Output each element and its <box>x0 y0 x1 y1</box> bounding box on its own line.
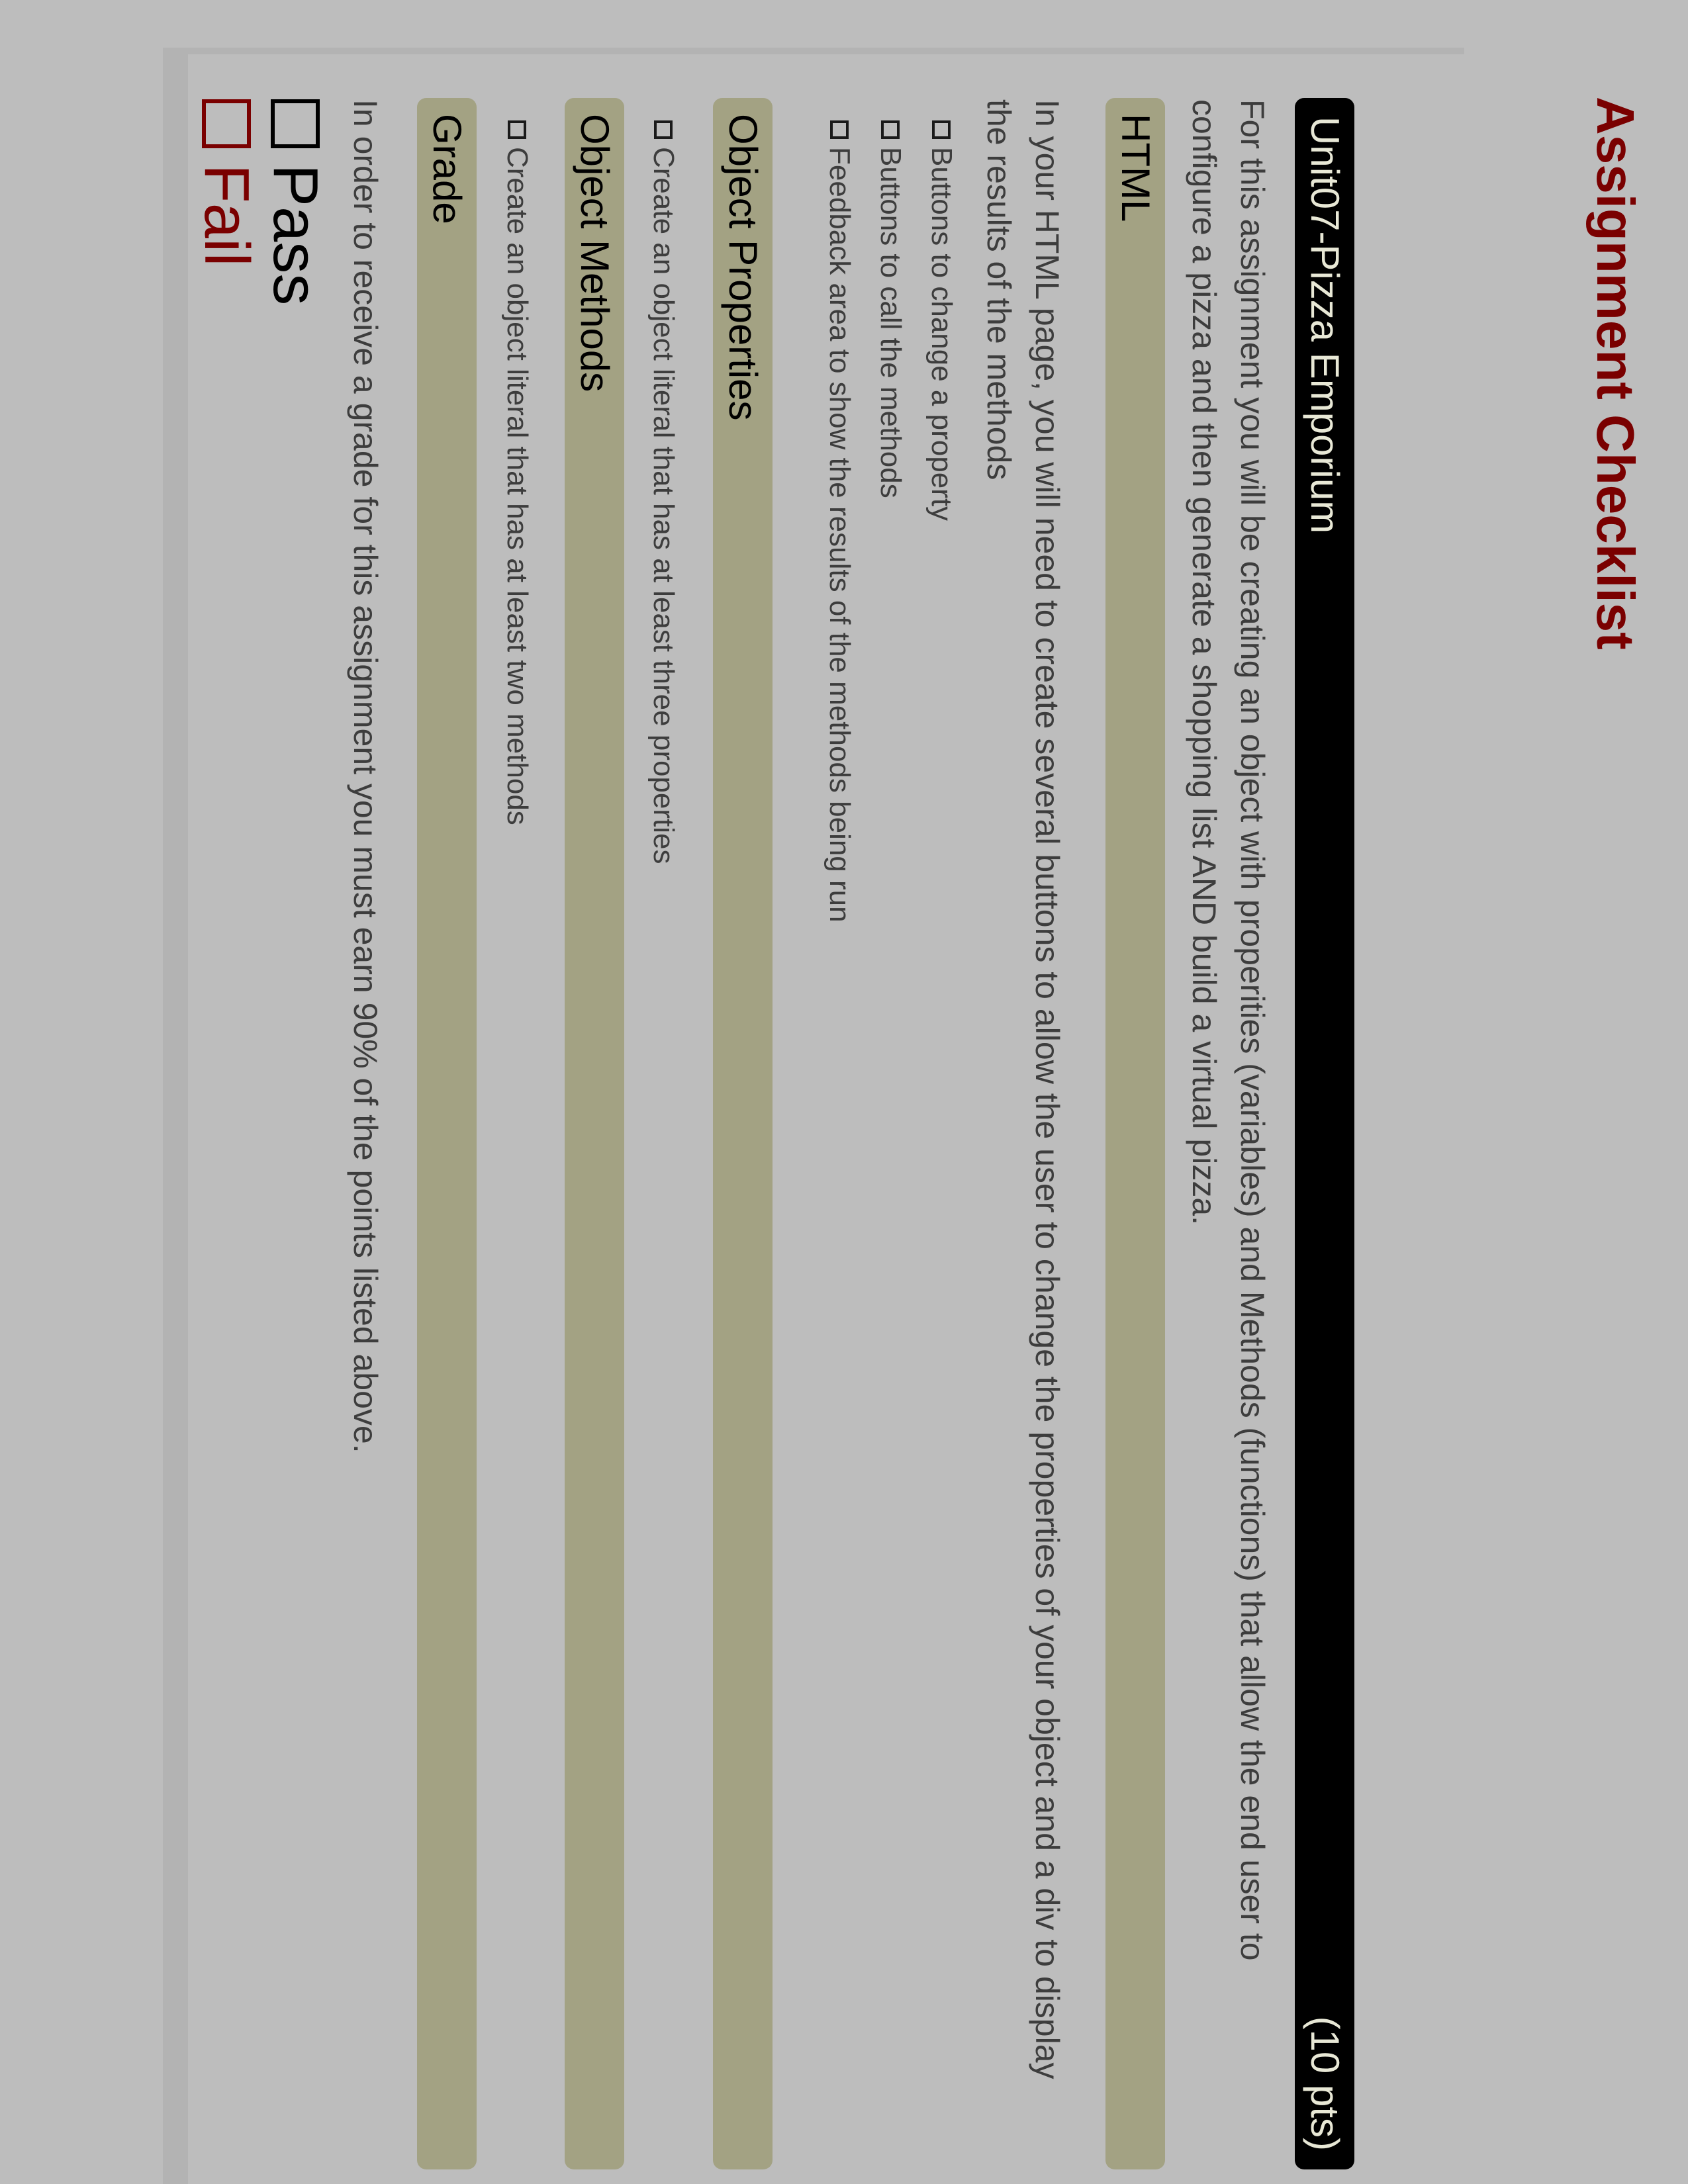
checkbox-icon[interactable] <box>508 120 526 139</box>
grade-description: In order to receive a grade for this ass… <box>347 99 384 1453</box>
checklist-item-label: Feedback area to show the results of the… <box>823 147 856 923</box>
checkbox-icon[interactable] <box>202 99 251 148</box>
checkbox-icon[interactable] <box>881 120 900 139</box>
assignment-name: Unit07-Pizza Emporium <box>1303 116 1347 534</box>
grade-option-label: Fail <box>191 164 262 267</box>
checklist-item: Feedback area to show the results of the… <box>823 120 856 923</box>
assignment-header-bar: Unit07-Pizza Emporium (10 pts) <box>1295 98 1354 2169</box>
document-title: Assignment Checklist <box>1586 97 1645 650</box>
checkbox-icon[interactable] <box>654 120 673 139</box>
section-heading-object-properties: Object Properties <box>713 98 773 2169</box>
checklist-item: Buttons to change a property <box>925 120 958 522</box>
section-heading-label: Grade <box>425 114 469 224</box>
grade-option-pass[interactable]: Pass <box>260 99 331 306</box>
rotated-document: Assignment Checklist Unit07-Pizza Empori… <box>0 0 1688 2184</box>
checkbox-icon[interactable] <box>830 120 849 139</box>
checkbox-icon[interactable] <box>932 120 951 139</box>
checklist-item: Buttons to call the methods <box>874 120 907 498</box>
assignment-description: For this assignment you will be creating… <box>1186 99 1271 1961</box>
checklist-item-label: Create an object literal that has at lea… <box>501 147 534 825</box>
checklist-item: Create an object literal that has at lea… <box>647 120 680 864</box>
section-heading-label: Object Properties <box>721 114 765 421</box>
section-heading-html: HTML <box>1105 98 1165 2169</box>
checklist-item: Create an object literal that has at lea… <box>501 120 534 825</box>
section-heading-grade: Grade <box>417 98 477 2169</box>
section-heading-object-methods: Object Methods <box>565 98 624 2169</box>
grade-option-label: Pass <box>260 164 331 306</box>
checkbox-icon[interactable] <box>271 99 320 148</box>
checklist-item-label: Buttons to change a property <box>925 147 958 522</box>
checklist-item-label: Create an object literal that has at lea… <box>647 147 680 864</box>
checklist-item-label: Buttons to call the methods <box>874 147 907 498</box>
section-html-description: In your HTML page, you will need to crea… <box>980 99 1066 2079</box>
assignment-points: (10 pts) <box>1303 2016 1347 2151</box>
section-heading-label: Object Methods <box>573 114 617 392</box>
grade-option-fail[interactable]: Fail <box>191 99 262 267</box>
section-heading-label: HTML <box>1113 114 1158 222</box>
